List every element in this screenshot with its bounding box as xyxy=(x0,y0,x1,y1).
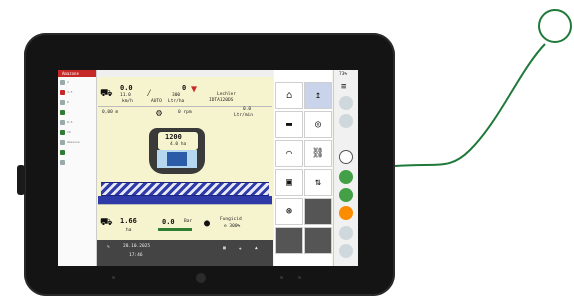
fold-icon: ⛓ xyxy=(311,148,325,159)
status-row: 3.5 xyxy=(58,87,96,97)
nozzle-model: IDTA120DS xyxy=(209,98,234,103)
auto-height-icon: ⇅ xyxy=(314,177,322,188)
auto-icon[interactable]: ▲ xyxy=(255,246,258,251)
warning-button[interactable] xyxy=(339,206,353,220)
footer-bar: ✎ 28.10.2025 17:46 ▦ ⌖ ▲ xyxy=(97,240,273,266)
play-button[interactable] xyxy=(339,244,353,258)
steering-button[interactable]: ⊛ xyxy=(275,198,303,225)
rate-sub: 300 xyxy=(172,93,181,98)
field-button[interactable]: ↥ xyxy=(304,82,332,109)
product-rate: e 300% xyxy=(224,224,241,229)
camera-button-round[interactable] xyxy=(339,226,353,240)
product-icon: ● xyxy=(204,218,211,229)
wrench-icon[interactable]: ✎ xyxy=(107,245,110,250)
empty-tile xyxy=(304,227,332,254)
brand-label: Amazone xyxy=(58,70,96,77)
pressure-bar xyxy=(158,228,192,231)
area-value: 1.66 xyxy=(120,217,137,225)
steering-icon[interactable]: ⌖ xyxy=(239,246,242,252)
boom-button[interactable]: ▬ xyxy=(275,111,303,138)
area-unit: ha xyxy=(126,228,132,233)
nozzle-button[interactable]: ◎ xyxy=(304,111,332,138)
menu-icon[interactable]: ≡ xyxy=(341,82,346,92)
status-row: Amazone xyxy=(58,137,96,147)
time-label: 17:46 xyxy=(129,253,143,258)
sensor-dot xyxy=(298,276,301,279)
camera-icon: ▣ xyxy=(285,177,293,188)
speed-value: 0.0 xyxy=(120,84,133,92)
auto-height-button[interactable]: ⇅ xyxy=(304,169,332,196)
pto-icon: ⚙ xyxy=(156,108,163,119)
nozzle-icon: ◎ xyxy=(314,119,322,130)
home-icon: ⌂ xyxy=(285,90,293,101)
pressure-value: 0.0 xyxy=(162,218,175,226)
pressure-unit: Bar xyxy=(184,219,193,224)
nozzle-brand: Lechler xyxy=(217,92,236,97)
status-row: 8.6 xyxy=(58,117,96,127)
left-status-column: Amazone 2 3.5 0 - 8.6 19 Amazone xyxy=(58,70,97,266)
status-row: 2 xyxy=(58,77,96,87)
rate-unit: Ltr/ha xyxy=(168,99,185,104)
settings-button[interactable] xyxy=(339,96,353,110)
flow-unit: Ltr/min xyxy=(234,113,253,118)
system-bar: 73% ≡ xyxy=(333,70,358,266)
status-row xyxy=(58,147,96,157)
camera-button[interactable]: ▣ xyxy=(275,169,303,196)
lift-button[interactable]: ⌒ xyxy=(275,140,303,167)
area-icon: ⛟ xyxy=(100,217,113,228)
steering-icon: ⊛ xyxy=(285,206,293,217)
pump-icon xyxy=(167,152,187,166)
status-row: 19 xyxy=(58,127,96,137)
record-button[interactable] xyxy=(339,150,353,164)
top-strip xyxy=(97,70,273,77)
rpm-value: 0 rpm xyxy=(178,110,192,115)
flow-value: 0.0 xyxy=(243,107,252,112)
fold-button[interactable]: ⛓ xyxy=(304,140,332,167)
sensor-dot xyxy=(280,276,283,279)
speed-sub: 11.0 xyxy=(120,93,131,98)
status-row: 0 xyxy=(58,97,96,107)
rate-mode: AUTO xyxy=(151,99,162,104)
rate-value: 0 xyxy=(182,84,187,92)
home-button[interactable]: ⌂ xyxy=(275,82,303,109)
info-button[interactable] xyxy=(339,114,353,128)
map-icon[interactable]: ▦ xyxy=(223,246,226,251)
home-hardware-button[interactable] xyxy=(196,273,206,283)
section-bar xyxy=(98,196,272,204)
field-icon: ↥ xyxy=(314,90,322,101)
spray-boom xyxy=(101,182,269,196)
display-screen[interactable]: Amazone 2 3.5 0 - 8.6 19 Amazone ⛟ 0.0 1… xyxy=(58,70,358,266)
tank-volume: 1200 xyxy=(165,133,182,141)
lift-icon: ⌒ xyxy=(285,148,293,159)
status-row: - xyxy=(58,107,96,117)
tank-area: 4.0 ha xyxy=(170,142,187,147)
date-label: 28.10.2025 xyxy=(123,244,151,249)
speed-unit: km/h xyxy=(122,99,133,104)
signal-label: 73% xyxy=(339,72,348,77)
empty-tile xyxy=(304,198,332,225)
boom-icon: ▬ xyxy=(285,119,293,130)
sensor-dot xyxy=(112,276,115,279)
start-button[interactable] xyxy=(339,170,353,184)
section-button[interactable] xyxy=(339,188,353,202)
nozzle-icon: ▼ xyxy=(191,84,198,95)
empty-tile xyxy=(275,227,303,254)
distance-value: 0,00 m xyxy=(102,110,119,115)
tractor-icon: ⛟ xyxy=(100,88,113,99)
function-grid: ⌂ ↥ ▬ ◎ ⌒ ⛓ ▣ ⇅ ⊛ xyxy=(274,70,332,266)
status-row xyxy=(58,157,96,167)
product-name: Fungicid xyxy=(220,217,242,222)
